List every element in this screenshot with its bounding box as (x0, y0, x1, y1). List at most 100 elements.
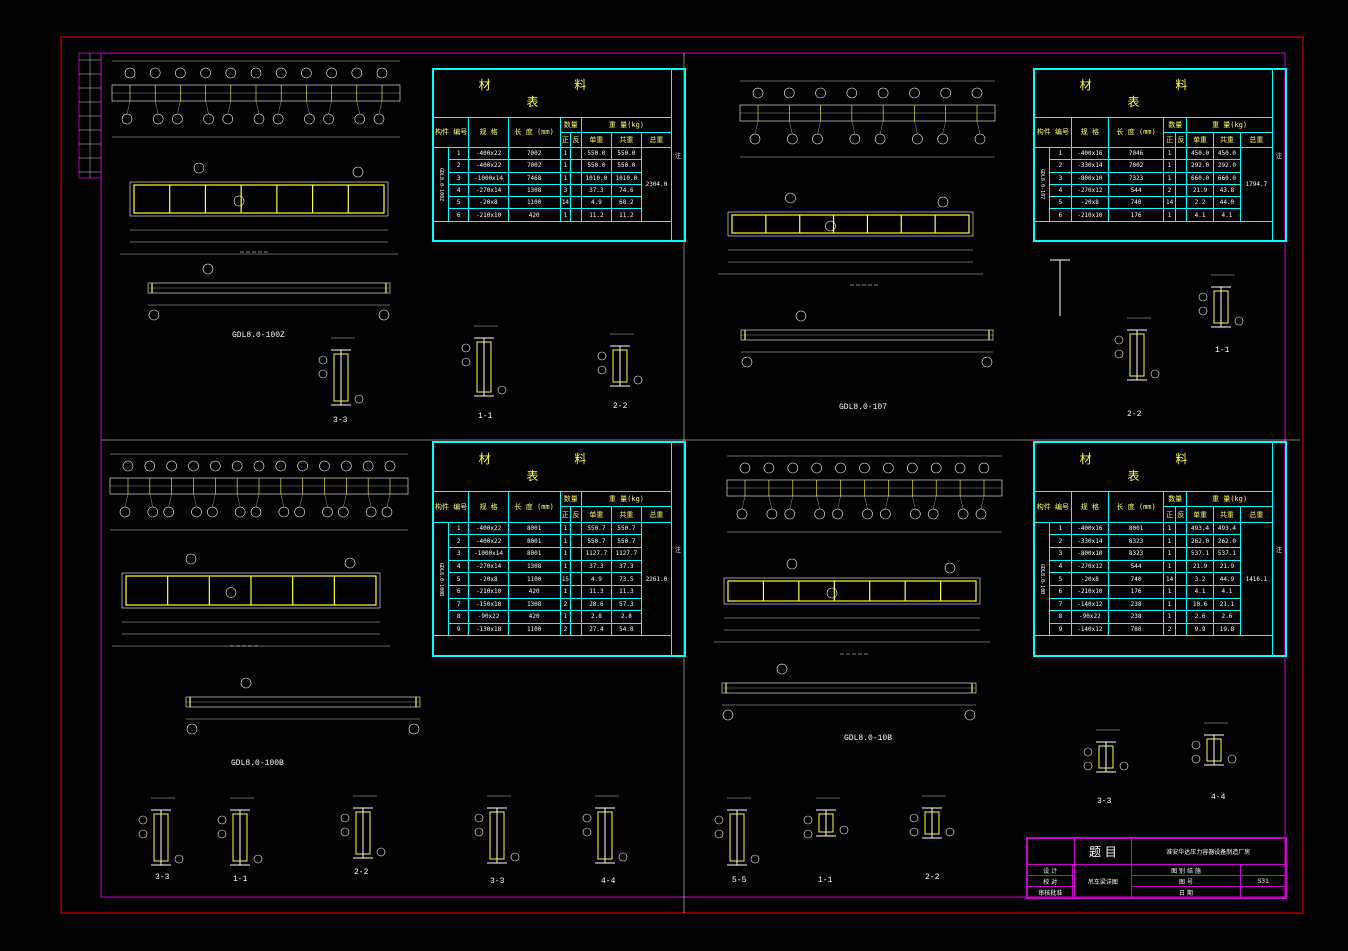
callout-bubble (376, 847, 386, 857)
callout-bubble (163, 506, 174, 518)
support-circle (981, 356, 993, 368)
callout-bubble (776, 663, 788, 675)
leader-line (386, 493, 391, 508)
callout-bubble (927, 508, 939, 520)
callout-bubble (786, 558, 798, 570)
callout-bubble (207, 506, 218, 518)
leader-line (255, 493, 260, 508)
callout-bubble (846, 87, 858, 99)
sheet-number: S31 (1240, 875, 1286, 887)
callout-bubble (930, 462, 942, 474)
callout-bubble (191, 506, 202, 518)
callout-bubble (971, 87, 983, 99)
callout-bubble (633, 375, 643, 385)
project-name: 淮安华达压力容器设备制造厂房 (1130, 838, 1287, 865)
callout-bubble (582, 813, 592, 823)
callout-bubble (839, 825, 849, 835)
callout-bubble (906, 462, 918, 474)
callout-bubble (233, 195, 245, 207)
table-row: GDL8.0-107 1 -400x16 7046 1 450.0 450.0 1794.7 (1034, 146, 1286, 222)
girder-web (727, 580, 977, 602)
leader-line (976, 120, 981, 135)
callout-bubble (301, 67, 312, 79)
leader-line (324, 493, 328, 508)
callout-bubble (752, 87, 764, 99)
support-circle (741, 356, 753, 368)
callout-bubble (319, 460, 330, 472)
callout-bubble (597, 365, 607, 375)
callout-bubble (826, 587, 838, 599)
callout-bubble (240, 677, 252, 689)
callout-bubble (231, 460, 243, 472)
callout-bubble (351, 67, 363, 79)
callout-bubble (883, 462, 894, 474)
leader-line (980, 495, 985, 510)
drawing-title-q4: GDL8.0-10B (844, 734, 893, 743)
leader-line (126, 100, 131, 115)
leader-line (168, 493, 172, 508)
callout-bubble (909, 813, 919, 823)
callout-bubble (294, 506, 305, 518)
section-label: 2-2 (1127, 410, 1142, 419)
callout-bubble (250, 67, 262, 79)
leader-line (914, 120, 918, 135)
callout-bubble (461, 357, 471, 367)
callout-bubble (975, 508, 987, 520)
leader-line (741, 495, 746, 510)
title-label: 题 目 (1074, 838, 1132, 865)
table-title: 材 料 表 (1034, 441, 1273, 493)
callout-bubble (815, 87, 826, 99)
callout-bubble (222, 113, 234, 125)
callout-bubble (814, 508, 826, 520)
callout-bubble (1114, 349, 1124, 359)
callout-bubble (909, 87, 920, 99)
callout-bubble (275, 67, 287, 79)
callout-bubble (200, 67, 211, 79)
section-label: 3-3 (490, 877, 505, 886)
callout-bubble (225, 587, 237, 598)
leader-line (299, 493, 303, 508)
checker-label: 校 对 (1026, 875, 1074, 887)
callout-bubble (786, 133, 798, 145)
callout-bubble (954, 462, 966, 474)
callout-bubble (376, 67, 388, 79)
callout-bubble (138, 829, 148, 839)
callout-bubble (234, 506, 246, 518)
leader-line (768, 495, 773, 510)
leader-line (193, 493, 197, 508)
leader-line (205, 100, 209, 115)
leader-line (959, 495, 964, 510)
callout-bubble (185, 553, 197, 565)
leader-line (912, 495, 916, 510)
support-circle (378, 309, 390, 321)
callout-bubble (138, 815, 148, 825)
callout-bubble (1083, 761, 1093, 771)
callout-bubble (877, 87, 889, 99)
leader-line (149, 493, 153, 508)
section-label: 5-5 (732, 876, 747, 885)
callout-bubble (736, 508, 748, 520)
callout-bubble (1191, 740, 1201, 750)
callout-bubble (1234, 316, 1244, 326)
callout-bubble (304, 113, 315, 125)
section-label: 1-1 (1215, 346, 1230, 355)
table-title: 材 料 表 (433, 69, 672, 118)
callout-bubble (597, 351, 607, 361)
callout-bubble (937, 133, 949, 145)
girder-web (133, 184, 385, 214)
material-table-1: 材 料 表注构件 编号规 格长 度 (mm) 数量重 量(kg) 正反单重 共重 总重 G… (432, 68, 686, 242)
callout-bubble (323, 113, 334, 125)
section-label: 3-3 (333, 416, 348, 425)
callout-bubble (1114, 335, 1124, 345)
section-label: 4-4 (1211, 793, 1226, 802)
callout-bubble (937, 196, 949, 208)
support-circle (722, 709, 734, 721)
support-circle (186, 723, 198, 735)
leader-line (227, 100, 231, 115)
date-label: 日 期 (1130, 886, 1242, 898)
callout-bubble (832, 508, 843, 520)
category-label: 图 别 结 施 (1130, 864, 1242, 876)
callout-bubble (147, 506, 159, 518)
callout-bubble (384, 460, 396, 472)
leader-line (237, 493, 241, 508)
